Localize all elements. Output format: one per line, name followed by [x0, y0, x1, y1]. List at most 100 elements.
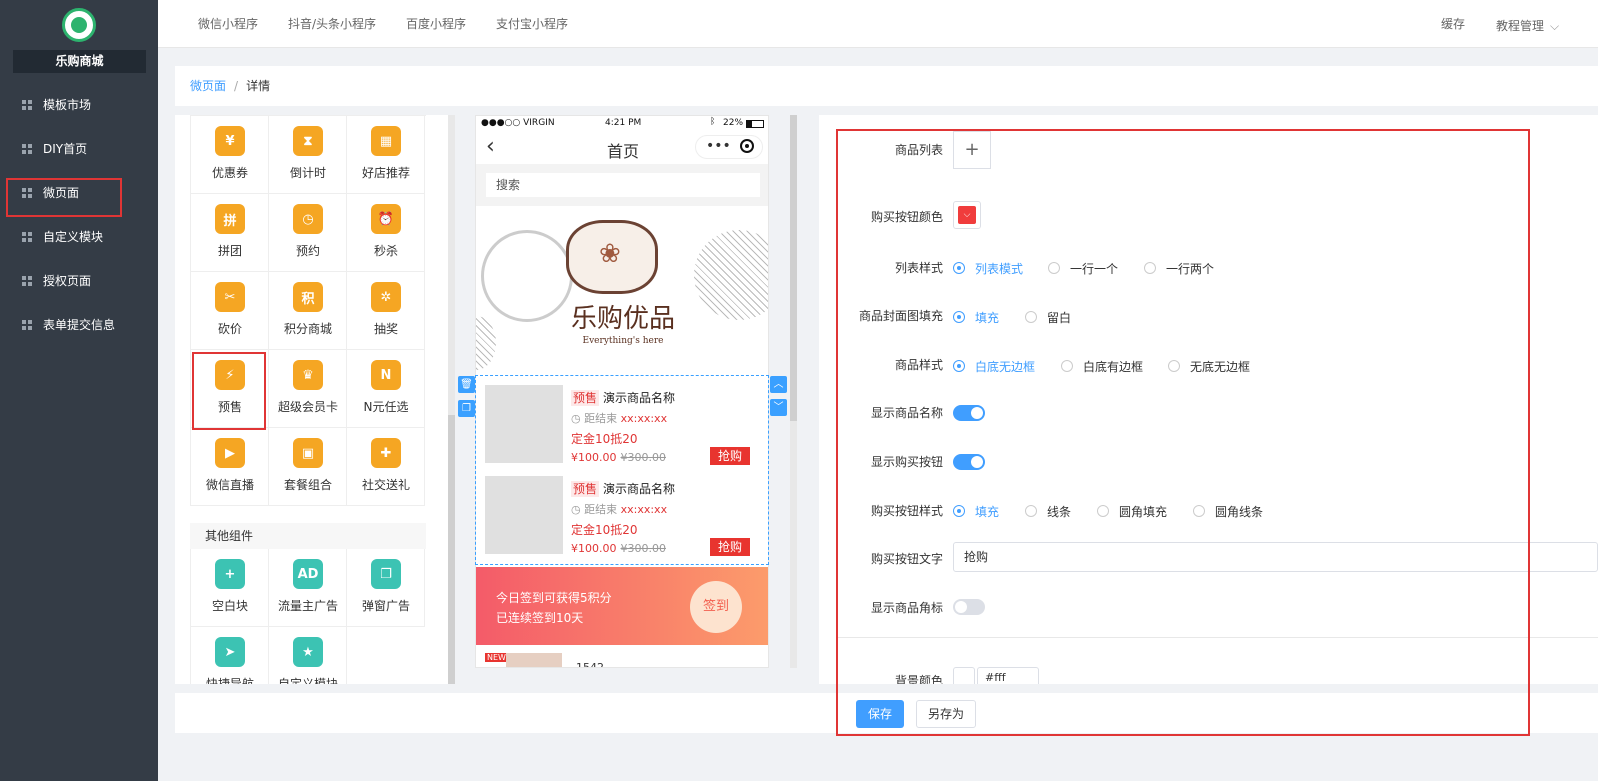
component-combo[interactable]: ▣ 套餐组合: [269, 428, 347, 506]
component-label: 弹窗广告: [361, 599, 410, 613]
breadcrumb-parent[interactable]: 微页面: [190, 79, 226, 93]
blank-block-icon: +: [215, 559, 245, 589]
copy-icon[interactable]: ❐: [458, 400, 475, 417]
component-label: 优惠券: [211, 166, 248, 180]
product-thumb: [506, 653, 562, 667]
sidebar-item-label: 授权页面: [43, 274, 92, 288]
gift-icon: ✚: [371, 438, 401, 468]
move-down-icon[interactable]: ﹀: [770, 399, 787, 416]
component-panel: ¥ 优惠券 ⧗ 倒计时 ▦ 好店推荐拼拼团 ◷ 预约 ⏰ 秒杀 ✂ 砍价积积分商城 ✲ 抽奖 ⚡ 预售 ♛ 超级会…: [175, 115, 455, 684]
component-popup-ad[interactable]: ❐ 弹窗广告: [347, 549, 425, 627]
component-panel-scroll-thumb[interactable]: [448, 415, 455, 684]
other-component-grid: + 空白块 AD 流量主广告 ❐ 弹窗广告 ➤ 快捷导航 ★ 自定义模块: [190, 549, 426, 684]
group-buy-icon: 拼: [215, 204, 245, 234]
component-gift[interactable]: ✚ 社交送礼: [347, 428, 425, 506]
tab-wechat-miniapp[interactable]: 微信小程序: [198, 0, 258, 48]
component-shop[interactable]: ▦ 好店推荐: [347, 116, 425, 194]
component-paper-plane[interactable]: ➤ 快捷导航: [191, 627, 269, 684]
crown-icon: ♛: [293, 360, 323, 390]
component-group-buy[interactable]: 拼拼团: [191, 194, 269, 272]
component-label: 快捷导航: [205, 677, 254, 684]
checkin-button[interactable]: 签到: [690, 581, 742, 633]
shop-name: 乐购商城: [13, 50, 146, 73]
sidebar-item-diy-home[interactable]: DIY首页: [0, 127, 158, 171]
tab-alipay-miniapp[interactable]: 支付宝小程序: [496, 0, 568, 48]
sidebar-item-label: DIY首页: [43, 142, 88, 156]
component-label: 自定义模块: [277, 677, 338, 684]
tutorial-menu-label: 教程管理: [1496, 19, 1545, 33]
phone-search-input[interactable]: 搜索: [486, 173, 760, 197]
delete-icon[interactable]: 🗑: [458, 376, 475, 393]
more-dots-icon[interactable]: •••: [706, 138, 731, 154]
lottery-icon: ✲: [371, 282, 401, 312]
component-grid: ¥ 优惠券 ⧗ 倒计时 ▦ 好店推荐拼拼团 ◷ 预约 ⏰ 秒杀 ✂ 砍价积积分商城 ✲ 抽奖 ⚡ 预售 ♛ 超级会…: [190, 115, 426, 506]
phone-search-area: 搜索: [476, 164, 768, 206]
shop-logo: [62, 8, 96, 42]
component-n-choice[interactable]: N N元任选: [347, 350, 425, 428]
component-lottery[interactable]: ✲ 抽奖: [347, 272, 425, 350]
capsule-menu[interactable]: •••: [695, 135, 763, 159]
combo-icon: ▣: [293, 438, 323, 468]
preview-scroll-thumb[interactable]: [790, 115, 797, 421]
phone-nav-bar: ‹ 首页 •••: [476, 132, 768, 164]
chevron-down-icon: ⌵: [1550, 19, 1560, 33]
next-list-item: NEW 1542: [476, 647, 768, 667]
component-blank-block[interactable]: + 空白块: [191, 549, 269, 627]
banner-floral-emblem: ❀: [566, 220, 658, 294]
grid-icon: [22, 232, 32, 242]
checkin-line-1: 今日签到可获得5积分: [496, 591, 612, 605]
battery-icon: [746, 120, 764, 128]
popup-ad-icon: ❐: [371, 559, 401, 589]
breadcrumb-current: 详情: [246, 79, 271, 93]
flower-icon: ❀: [599, 239, 621, 269]
component-calendar-clock[interactable]: ◷ 预约: [269, 194, 347, 272]
sidebar-item-form-submissions[interactable]: 表单提交信息: [0, 303, 158, 347]
component-hourglass[interactable]: ⧗ 倒计时: [269, 116, 347, 194]
component-label: 好店推荐: [361, 166, 410, 180]
target-icon[interactable]: [740, 139, 754, 153]
breadcrumb-separator: /: [234, 79, 239, 93]
move-up-icon[interactable]: ︿: [770, 376, 787, 393]
component-star-module[interactable]: ★ 自定义模块: [269, 627, 347, 684]
highlight-box-settings: [836, 129, 1530, 736]
sidebar-item-label: 模板市场: [43, 98, 92, 112]
shop-icon: ▦: [371, 126, 401, 156]
component-ad[interactable]: AD 流量主广告: [269, 549, 347, 627]
component-label: 秒杀: [373, 244, 398, 258]
tab-baidu-miniapp[interactable]: 百度小程序: [406, 0, 466, 48]
tutorial-menu[interactable]: 教程管理 ⌵: [1496, 2, 1559, 50]
component-alarm[interactable]: ⏰ 秒杀: [347, 194, 425, 272]
component-label: 套餐组合: [283, 478, 332, 492]
component-crown[interactable]: ♛ 超级会员卡: [269, 350, 347, 428]
breadcrumb: 微页面 / 详情: [175, 66, 1598, 106]
sidebar-item-label: 自定义模块: [43, 230, 104, 244]
sidebar-item-auth-page[interactable]: 授权页面: [0, 259, 158, 303]
tab-douyin-miniapp[interactable]: 抖音/头条小程序: [288, 0, 376, 48]
sidebar: 乐购商城 模板市场 DIY首页 微页面 自定义模块 授权页面 表单提交信息: [0, 0, 158, 781]
component-points[interactable]: 积积分商城: [269, 272, 347, 350]
sidebar-item-template-market[interactable]: 模板市场: [0, 83, 158, 127]
top-bar: 微信小程序 抖音/头条小程序 百度小程序 支付宝小程序 缓存 教程管理 ⌵: [158, 0, 1598, 48]
coupon-icon: ¥: [215, 126, 245, 156]
grid-icon: [22, 320, 32, 330]
sidebar-item-custom-module[interactable]: 自定义模块: [0, 215, 158, 259]
grid-icon: [22, 276, 32, 286]
component-label: 超级会员卡: [277, 400, 338, 414]
component-live[interactable]: ▶ 微信直播: [191, 428, 269, 506]
grid-icon: [22, 100, 32, 110]
cache-button[interactable]: 缓存: [1441, 0, 1465, 48]
bluetooth-icon: ᛒ: [710, 117, 716, 127]
component-price-tag[interactable]: ✂ 砍价: [191, 272, 269, 350]
ad-icon: AD: [293, 559, 323, 589]
checkin-line-2: 已连续签到10天: [496, 611, 584, 625]
component-label: 微信直播: [205, 478, 254, 492]
new-badge: NEW: [485, 653, 508, 662]
selected-component-outline[interactable]: [475, 375, 769, 565]
paper-plane-icon: ➤: [215, 637, 245, 667]
phone-banner: ❀ 乐购优品 Everything's here: [476, 206, 768, 374]
carrier: ●●●○○ VIRGIN: [481, 118, 555, 128]
checkin-banner: 今日签到可获得5积分 已连续签到10天 签到: [476, 567, 768, 645]
sidebar-item-label: 表单提交信息: [43, 318, 116, 332]
battery-percent: 22%: [723, 118, 744, 128]
component-coupon[interactable]: ¥ 优惠券: [191, 116, 269, 194]
